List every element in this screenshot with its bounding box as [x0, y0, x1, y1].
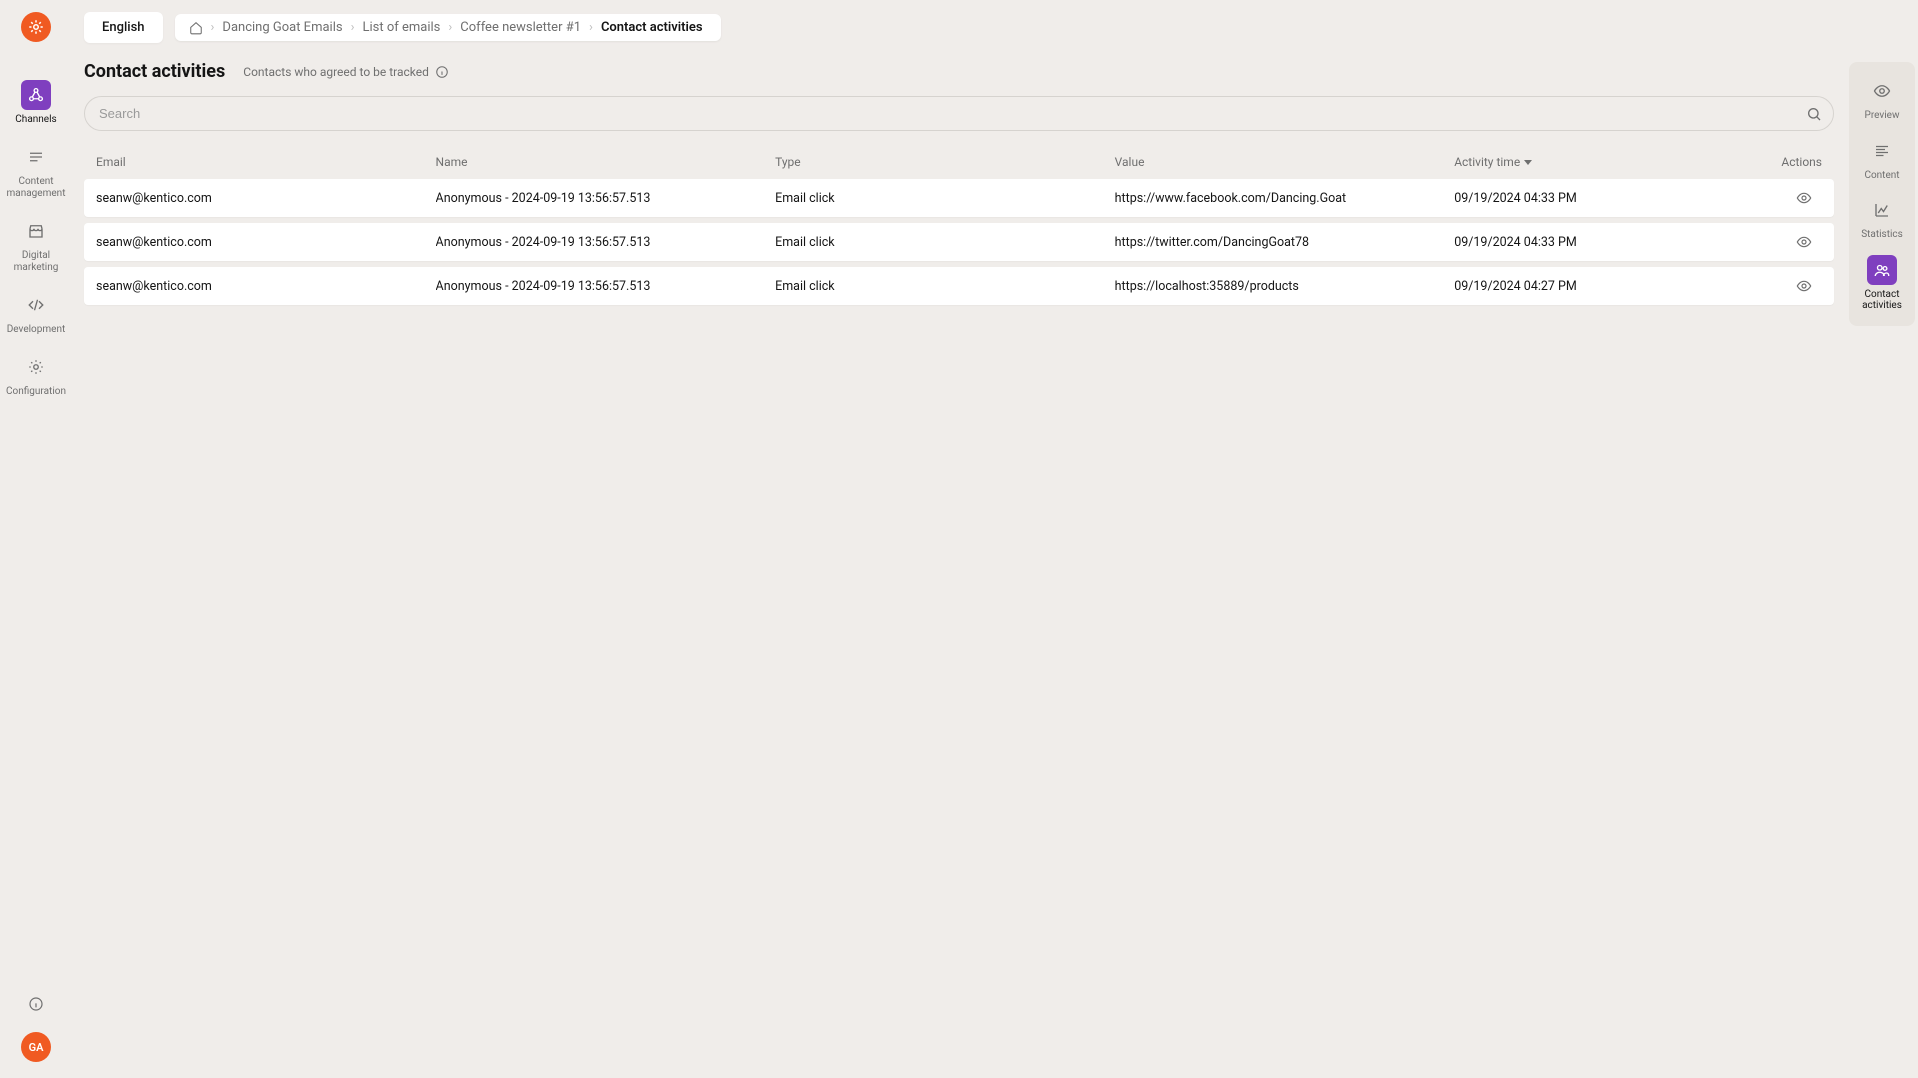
home-icon	[189, 21, 203, 35]
view-button[interactable]	[1796, 278, 1812, 294]
chevron-right-icon: ›	[351, 20, 355, 35]
cell-type: Email click	[775, 279, 1115, 294]
cell-time: 09/19/2024 04:27 PM	[1454, 279, 1732, 294]
nav-channels[interactable]: Channels	[2, 74, 70, 132]
code-icon	[27, 296, 45, 314]
rnav-label: Statistics	[1861, 229, 1903, 241]
eye-icon	[1796, 234, 1812, 250]
cell-value: https://www.facebook.com/Dancing.Goat	[1115, 191, 1455, 206]
th-type[interactable]: Type	[775, 155, 1115, 169]
nav-development[interactable]: Development	[2, 284, 70, 342]
subtitle-text: Contacts who agreed to be tracked	[243, 65, 429, 79]
table-body: seanw@kentico.comAnonymous - 2024-09-19 …	[84, 179, 1834, 305]
breadcrumb: › Dancing Goat Emails › List of emails ›…	[175, 14, 721, 41]
right-panel: Preview Content Statistics Contact activ…	[1849, 62, 1915, 326]
nav-digital-marketing[interactable]: Digital marketing	[2, 210, 70, 280]
search-icon	[1806, 106, 1822, 122]
cell-actions	[1732, 190, 1822, 206]
sort-desc-icon	[1524, 160, 1532, 165]
cell-email: seanw@kentico.com	[96, 191, 436, 206]
th-activity-time[interactable]: Activity time	[1454, 155, 1732, 169]
app-logo[interactable]	[21, 12, 51, 42]
right-sidebar: Preview Content Statistics Contact activ…	[1846, 0, 1918, 1078]
cell-value: https://localhost:35889/products	[1115, 279, 1455, 294]
search-button[interactable]	[1806, 106, 1822, 122]
rnav-label: Content	[1864, 170, 1899, 182]
rnav-preview[interactable]: Preview	[1853, 70, 1911, 128]
table-row[interactable]: seanw@kentico.comAnonymous - 2024-09-19 …	[84, 267, 1834, 305]
logo-icon	[27, 18, 45, 36]
eye-icon	[1796, 190, 1812, 206]
share-icon	[27, 86, 45, 104]
cell-time: 09/19/2024 04:33 PM	[1454, 191, 1732, 206]
chevron-right-icon: ›	[589, 20, 593, 35]
page-subtitle: Contacts who agreed to be tracked	[243, 65, 449, 79]
cell-name: Anonymous - 2024-09-19 13:56:57.513	[436, 235, 776, 250]
view-button[interactable]	[1796, 190, 1812, 206]
breadcrumb-link[interactable]: List of emails	[362, 20, 440, 35]
rnav-contact-activities[interactable]: Contact activities	[1853, 249, 1911, 318]
th-label: Activity time	[1454, 155, 1520, 169]
cell-name: Anonymous - 2024-09-19 13:56:57.513	[436, 279, 776, 294]
breadcrumb-link[interactable]: Dancing Goat Emails	[222, 20, 342, 35]
th-value[interactable]: Value	[1115, 155, 1455, 169]
language-selector[interactable]: English	[84, 12, 163, 43]
rnav-content[interactable]: Content	[1853, 130, 1911, 188]
gear-icon	[27, 358, 45, 376]
cell-email: seanw@kentico.com	[96, 279, 436, 294]
main-content: English › Dancing Goat Emails › List of …	[72, 0, 1846, 1078]
breadcrumb-link[interactable]: Coffee newsletter #1	[460, 20, 581, 35]
nav-configuration[interactable]: Configuration	[2, 346, 70, 404]
store-icon	[27, 222, 45, 240]
info-icon	[28, 996, 44, 1012]
nav-content-management[interactable]: Content management	[2, 136, 70, 206]
cell-time: 09/19/2024 04:33 PM	[1454, 235, 1732, 250]
avatar-initials: GA	[29, 1041, 44, 1054]
cell-type: Email click	[775, 235, 1115, 250]
rnav-statistics[interactable]: Statistics	[1853, 189, 1911, 247]
chevron-right-icon: ›	[211, 20, 215, 35]
help-button[interactable]	[28, 996, 44, 1016]
stack-icon	[27, 148, 45, 166]
view-button[interactable]	[1796, 234, 1812, 250]
users-icon	[1873, 261, 1891, 279]
th-email[interactable]: Email	[96, 155, 436, 169]
th-name[interactable]: Name	[436, 155, 776, 169]
cell-email: seanw@kentico.com	[96, 235, 436, 250]
table-header: Email Name Type Value Activity time Acti…	[84, 145, 1834, 179]
breadcrumb-current: Contact activities	[601, 20, 703, 35]
rnav-label: Contact activities	[1855, 289, 1909, 312]
cell-actions	[1732, 278, 1822, 294]
cell-name: Anonymous - 2024-09-19 13:56:57.513	[436, 191, 776, 206]
table-row[interactable]: seanw@kentico.comAnonymous - 2024-09-19 …	[84, 179, 1834, 217]
cell-value: https://twitter.com/DancingGoat78	[1115, 235, 1455, 250]
search-input[interactable]	[84, 96, 1834, 131]
info-icon[interactable]	[435, 65, 449, 79]
nav-label: Development	[7, 324, 66, 336]
chevron-right-icon: ›	[448, 20, 452, 35]
nav-label: Digital marketing	[4, 250, 68, 274]
chart-icon	[1873, 201, 1891, 219]
rnav-label: Preview	[1865, 110, 1900, 122]
left-sidebar: Channels Content management Digital mark…	[0, 0, 72, 1078]
activities-table: Email Name Type Value Activity time Acti…	[84, 145, 1834, 305]
eye-icon	[1873, 82, 1891, 100]
cell-type: Email click	[775, 191, 1115, 206]
cell-actions	[1732, 234, 1822, 250]
eye-icon	[1796, 278, 1812, 294]
breadcrumb-home[interactable]	[189, 21, 203, 35]
nav-label: Configuration	[6, 386, 66, 398]
th-actions: Actions	[1732, 155, 1822, 169]
align-icon	[1873, 142, 1891, 160]
nav-label: Content management	[4, 176, 68, 200]
table-row[interactable]: seanw@kentico.comAnonymous - 2024-09-19 …	[84, 223, 1834, 261]
page-title: Contact activities	[84, 61, 225, 82]
nav-label: Channels	[15, 114, 56, 126]
language-label: English	[102, 20, 145, 35]
user-avatar[interactable]: GA	[21, 1032, 51, 1062]
